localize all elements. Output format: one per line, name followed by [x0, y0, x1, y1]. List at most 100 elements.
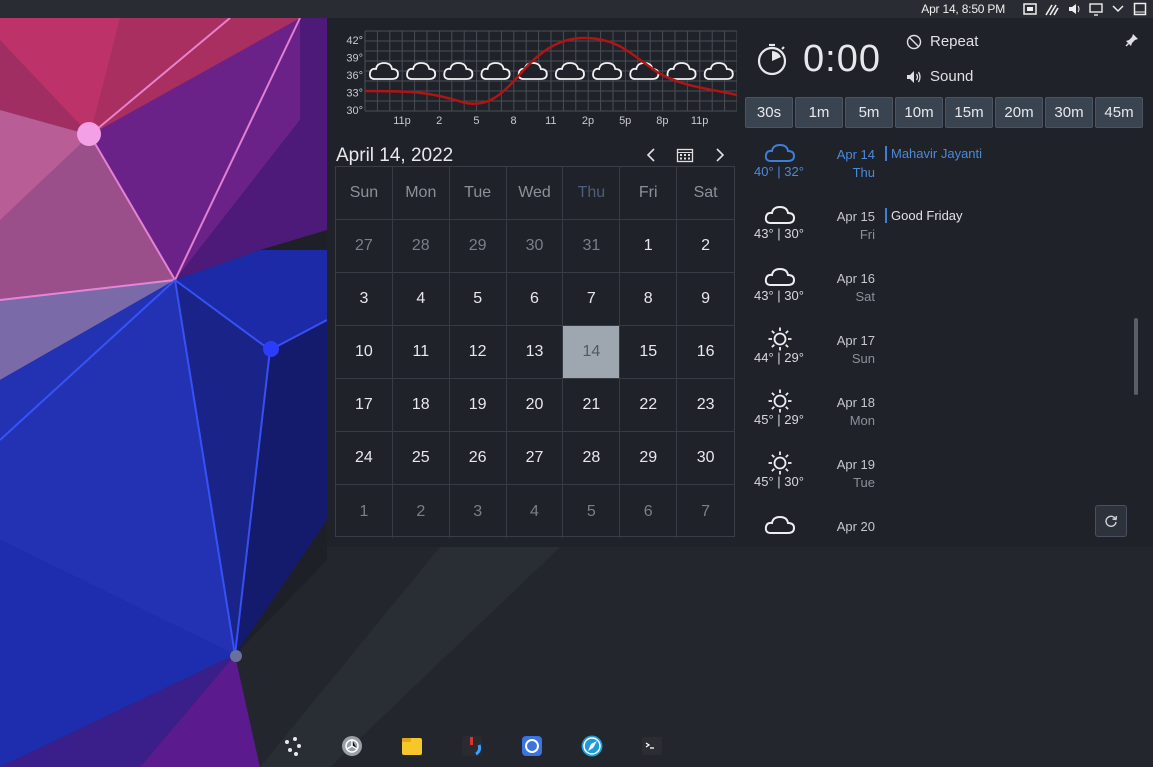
refresh-button[interactable]: [1095, 505, 1127, 537]
day-cell[interactable]: 23: [677, 379, 735, 432]
discover-icon[interactable]: [580, 734, 604, 758]
files-icon[interactable]: [400, 734, 424, 758]
day-cell[interactable]: 20: [506, 379, 564, 432]
timer-preset-button[interactable]: 1m: [795, 97, 843, 128]
day-cell[interactable]: 28: [563, 432, 621, 485]
volume-icon[interactable]: [1067, 2, 1081, 16]
day-cell[interactable]: 30: [677, 432, 735, 485]
timer-preset-button[interactable]: 10m: [895, 97, 943, 128]
calendar-event[interactable]: Mahavir Jayanti: [885, 146, 982, 161]
day-cell[interactable]: 31: [563, 220, 621, 273]
pin-icon[interactable]: [1125, 33, 1139, 47]
terminal-icon[interactable]: [640, 734, 664, 758]
day-cell[interactable]: 11: [392, 326, 450, 379]
forecast-day[interactable]: 45° | 29° Apr 18 Mon: [745, 385, 1135, 447]
timer-preset-button[interactable]: 30m: [1045, 97, 1093, 128]
day-cell[interactable]: 17: [336, 379, 393, 432]
day-cell[interactable]: 6: [620, 485, 678, 538]
forecast-day[interactable]: 40° | 32° Apr 14 Thu Mahavir Jayanti: [745, 137, 1135, 199]
forecast-list[interactable]: 40° | 32° Apr 14 Thu Mahavir Jayanti 43° | 3…: [745, 137, 1135, 537]
day-cell[interactable]: 7: [677, 485, 734, 538]
day-cell[interactable]: 16: [677, 326, 735, 379]
chevron-down-icon[interactable]: [1111, 2, 1125, 16]
previous-month-button[interactable]: [640, 144, 662, 166]
day-cell[interactable]: 29: [620, 432, 678, 485]
next-month-button[interactable]: [709, 144, 731, 166]
day-cell[interactable]: 3: [336, 273, 393, 326]
cloudy-icon: [666, 62, 697, 80]
temp-tick-label: 30°: [346, 105, 363, 117]
forecast-scrollbar[interactable]: [1134, 318, 1138, 395]
day-cell[interactable]: 24: [336, 432, 393, 485]
day-cell[interactable]: 27: [506, 432, 564, 485]
system-monitor-icon[interactable]: [460, 734, 484, 758]
temp-tick-label: 36°: [346, 70, 363, 82]
timer-preset-button[interactable]: 15m: [945, 97, 993, 128]
today-button[interactable]: [673, 144, 697, 166]
forecast-day[interactable]: 45° | 30° Apr 19 Tue: [745, 447, 1135, 509]
screen-icon[interactable]: [1023, 2, 1037, 16]
hour-tick-label: 8p: [656, 115, 668, 127]
weekday-label: Wed: [506, 167, 564, 220]
settings-icon[interactable]: [340, 734, 364, 758]
day-cell[interactable]: 6: [506, 273, 564, 326]
panel-clock[interactable]: Apr 14, 8:50 PM: [921, 2, 1005, 16]
day-cell[interactable]: 29: [449, 220, 507, 273]
forecast-day[interactable]: 43° | 30° Apr 15 Fri Good Friday: [745, 199, 1135, 261]
forecast-day[interactable]: 44° | 29° Apr 17 Sun: [745, 323, 1135, 385]
timer-preset-button[interactable]: 45m: [1095, 97, 1143, 128]
chevron-right-icon: [716, 148, 725, 162]
day-cell[interactable]: 3: [450, 485, 507, 538]
timer-preset-button[interactable]: 5m: [845, 97, 893, 128]
day-cell[interactable]: 10: [336, 326, 393, 379]
no-repeat-icon: [906, 34, 922, 49]
day-cell[interactable]: 15: [620, 326, 678, 379]
cloudy-icon: [763, 264, 797, 290]
forecast-temps: 40° | 32°: [754, 164, 804, 179]
forecast-day[interactable]: Apr 20Wed: [745, 509, 1135, 537]
day-cell[interactable]: 2: [677, 220, 735, 273]
calendar-event[interactable]: Good Friday: [885, 208, 963, 223]
day-cell[interactable]: 12: [449, 326, 507, 379]
day-cell[interactable]: 22: [620, 379, 678, 432]
repeat-toggle[interactable]: Repeat: [906, 33, 978, 50]
forecast-day[interactable]: 43° | 30° Apr 16 Sat: [745, 261, 1135, 323]
hour-tick-label: 11p: [691, 115, 709, 127]
week-row: 1234567: [336, 485, 734, 538]
timer-preset-button[interactable]: 30s: [745, 97, 793, 128]
day-cell[interactable]: 4: [507, 485, 564, 538]
day-cell[interactable]: 27: [336, 220, 393, 273]
network-icon[interactable]: [1045, 2, 1059, 16]
day-cell[interactable]: 7: [563, 273, 621, 326]
cloudy-icon: [554, 62, 585, 80]
timer-display[interactable]: 0:00: [803, 38, 881, 81]
day-cell[interactable]: 4: [392, 273, 450, 326]
day-cell[interactable]: 13: [506, 326, 564, 379]
day-cell[interactable]: 28: [392, 220, 450, 273]
day-cell[interactable]: 5: [449, 273, 507, 326]
day-cell[interactable]: 1: [336, 485, 393, 538]
day-cell[interactable]: 9: [677, 273, 735, 326]
display-icon[interactable]: [1089, 2, 1103, 16]
app-launcher-icon[interactable]: [280, 734, 304, 758]
day-cell[interactable]: 25: [392, 432, 450, 485]
forecast-weekday: Thu: [852, 165, 875, 180]
day-cell[interactable]: 18: [392, 379, 450, 432]
forecast-date: Apr 17: [836, 333, 875, 348]
timer-preset-button[interactable]: 20m: [995, 97, 1043, 128]
temp-tick-label: 33°: [346, 88, 363, 100]
browser-icon[interactable]: [520, 734, 544, 758]
day-cell[interactable]: 26: [449, 432, 507, 485]
day-cell[interactable]: 2: [393, 485, 450, 538]
day-cell[interactable]: 8: [620, 273, 678, 326]
repeat-label: Repeat: [930, 33, 979, 50]
day-cell[interactable]: 1: [620, 220, 678, 273]
day-cell[interactable]: 5: [563, 485, 621, 538]
dock: [280, 734, 700, 758]
window-icon[interactable]: [1133, 2, 1147, 16]
day-cell-today[interactable]: 14: [563, 326, 621, 379]
sound-toggle[interactable]: Sound: [906, 68, 973, 85]
day-cell[interactable]: 21: [563, 379, 621, 432]
day-cell[interactable]: 30: [506, 220, 564, 273]
day-cell[interactable]: 19: [449, 379, 507, 432]
